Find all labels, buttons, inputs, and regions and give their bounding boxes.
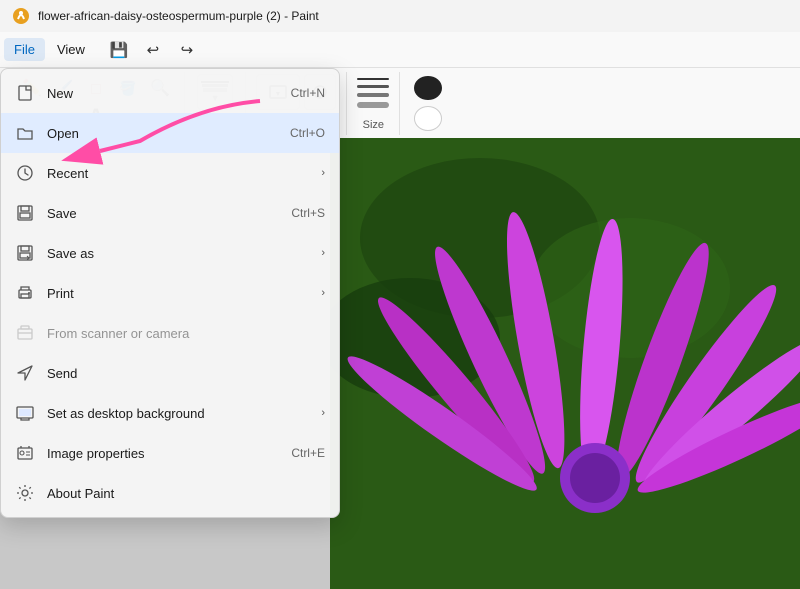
menu-open[interactable]: Open Ctrl+O [1, 113, 339, 153]
size-option-2[interactable] [357, 85, 389, 88]
image-props-label: Image properties [47, 446, 279, 461]
menu-bar: File View 💾 ↩ ↪ [0, 32, 800, 68]
new-label: New [47, 86, 279, 101]
print-arrow: › [321, 287, 325, 299]
file-dropdown-menu: New Ctrl+N Open Ctrl+O Recent › Save Ctr… [0, 68, 340, 518]
menu-desktop-bg[interactable]: Set as desktop background › [1, 393, 339, 433]
paint-icon [12, 7, 30, 25]
saveas-arrow: › [321, 247, 325, 259]
desktop-bg-icon [15, 403, 35, 423]
undo-button[interactable]: ↩ [139, 36, 167, 64]
menu-send[interactable]: Send [1, 353, 339, 393]
color2-swatch[interactable] [414, 106, 442, 131]
size-label: Size [363, 119, 384, 133]
print-label: Print [47, 286, 305, 301]
about-gear-icon [15, 483, 35, 503]
open-folder-icon [15, 123, 35, 143]
menu-recent[interactable]: Recent › [1, 153, 339, 193]
size-group: Size [347, 72, 400, 135]
save-as-icon [15, 243, 35, 263]
send-icon [15, 363, 35, 383]
size-option-4[interactable] [357, 102, 389, 108]
open-shortcut: Ctrl+O [290, 126, 325, 140]
save-button[interactable]: 💾 [105, 36, 133, 64]
saveas-label: Save as [47, 246, 305, 261]
size-option-1[interactable] [357, 78, 389, 80]
about-label: About Paint [47, 486, 325, 501]
menu-item-file[interactable]: File [4, 38, 45, 61]
menu-about[interactable]: About Paint [1, 473, 339, 513]
save-shortcut: Ctrl+S [291, 206, 325, 220]
recent-label: Recent [47, 166, 305, 181]
image-props-icon [15, 443, 35, 463]
menu-save[interactable]: Save Ctrl+S [1, 193, 339, 233]
recent-arrow: › [321, 167, 325, 179]
flower-svg [330, 138, 800, 589]
new-doc-icon [15, 83, 35, 103]
menu-new[interactable]: New Ctrl+N [1, 73, 339, 113]
quick-access-toolbar: 💾 ↩ ↪ [105, 36, 201, 64]
size-option-3[interactable] [357, 93, 389, 97]
window-title: flower-african-daisy-osteospermum-purple… [38, 9, 319, 23]
save-label: Save [47, 206, 279, 221]
menu-saveas[interactable]: Save as › [1, 233, 339, 273]
title-bar: flower-african-daisy-osteospermum-purple… [0, 0, 800, 32]
image-props-shortcut: Ctrl+E [291, 446, 325, 460]
menu-print[interactable]: Print › [1, 273, 339, 313]
open-label: Open [47, 126, 278, 141]
color1-swatch[interactable] [414, 76, 442, 100]
menu-item-view[interactable]: View [47, 38, 95, 61]
save-disk-icon [15, 203, 35, 223]
print-icon [15, 283, 35, 303]
color-swatches [400, 72, 456, 135]
recent-clock-icon [15, 163, 35, 183]
redo-button[interactable]: ↪ [173, 36, 201, 64]
canvas-image [330, 138, 800, 589]
menu-image-props[interactable]: Image properties Ctrl+E [1, 433, 339, 473]
desktop-bg-label: Set as desktop background [47, 406, 305, 421]
desktop-bg-arrow: › [321, 407, 325, 419]
send-label: Send [47, 366, 325, 381]
scanner-icon [15, 323, 35, 343]
menu-scanner: From scanner or camera [1, 313, 339, 353]
scanner-label: From scanner or camera [47, 326, 325, 341]
new-shortcut: Ctrl+N [291, 86, 325, 100]
